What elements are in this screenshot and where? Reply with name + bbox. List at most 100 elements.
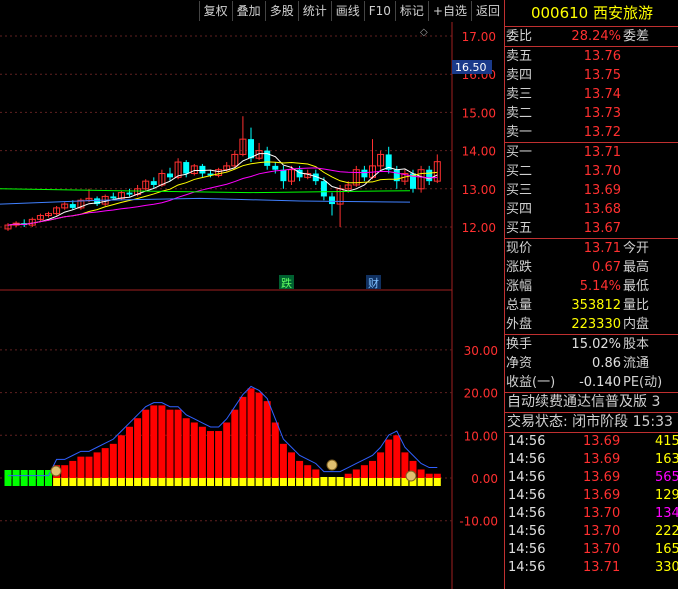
indicator-bar-red (85, 456, 93, 478)
stats-row: 总量 353812 量比 (505, 296, 678, 315)
tick-row: 14:56 13.69 163 (505, 451, 678, 469)
indicator-bar-yellow (377, 477, 385, 486)
tick-price: 13.70 (583, 506, 621, 521)
row-label2: 最高 (623, 260, 650, 275)
bids-row: 买二 13.70 (505, 162, 678, 181)
row-value: 13.68 (583, 202, 621, 217)
row-label: 买一 (506, 145, 533, 160)
toolbar-button-0[interactable]: 复权 (198, 1, 232, 21)
row-value: 13.73 (583, 106, 621, 121)
stats-row: 现价 13.71 今开 (505, 239, 678, 258)
indicator-bar-red (312, 469, 320, 478)
tick-volume: 163 (655, 452, 678, 467)
toolbar-button-3[interactable]: 统计 (297, 1, 331, 21)
toolbar-button-7[interactable]: +自选 (427, 1, 471, 21)
money-bag-icon (50, 465, 62, 477)
row-value: 353812 (571, 298, 621, 313)
candle-body-down (361, 169, 368, 178)
toolbar-button-2[interactable]: 多股 (264, 1, 298, 21)
indicator-bar-yellow (215, 477, 223, 486)
indicator-bar-yellow (69, 477, 77, 486)
indicator-bar-yellow (344, 477, 352, 486)
tick-price: 13.69 (583, 488, 621, 503)
indicator-bar-yellow (126, 477, 133, 486)
marker-cai: 财 (368, 276, 379, 290)
asks-row: 卖二 13.73 (505, 104, 678, 123)
stock-title: 000610 西安旅游 (505, 0, 678, 27)
toolbar: 复权 叠加 多股 统计 画线 F10 标记 +自选 返回 (0, 0, 504, 22)
row-value: 0.86 (592, 356, 621, 371)
tick-volume: 565 (655, 470, 678, 485)
indicator-bar-yellow (433, 477, 441, 486)
indicator-bar-yellow (207, 477, 214, 486)
indicator-tick-label: -10.00 (459, 515, 498, 529)
indicator-bar-yellow (352, 477, 360, 486)
weicha-label: 委差 (623, 29, 650, 44)
indicator-bar-yellow (101, 477, 109, 486)
row-label2: 股本 (623, 337, 650, 352)
indicator-tick-label: 10.00 (464, 429, 498, 443)
indicator-bar-yellow (263, 477, 271, 486)
indicator-bar-yellow (142, 477, 150, 486)
chart-area[interactable]: 17.00 16.00 15.00 14.00 13.00 12.00 16.50 ◇ 跌财 30… (0, 22, 504, 589)
indicator-bar-yellow (271, 477, 279, 486)
indicator-bar-yellow (312, 477, 320, 486)
stats2-row: 净资 0.86 流通 (505, 354, 678, 373)
indicator-bar-yellow (174, 477, 182, 486)
tick-volume: 1341 (655, 506, 678, 521)
row-label: 卖三 (506, 87, 533, 102)
indicator-bar-yellow (85, 477, 93, 486)
indicator-bar-yellow (288, 477, 295, 486)
tick-row: 14:56 13.70 222 (505, 523, 678, 541)
indicator-bar-red (101, 448, 109, 478)
indicator-bar-red (417, 469, 425, 478)
candle-body-down (264, 150, 271, 166)
row-label: 总量 (506, 298, 533, 313)
toolbar-button-1[interactable]: 叠加 (231, 1, 265, 21)
tick-volume: 222 (655, 524, 678, 539)
indicator-bar-yellow (182, 477, 190, 486)
indicator-bar-yellow (304, 477, 312, 486)
stats2-row: 收益(一) -0.140 PE(动) (505, 373, 678, 392)
tick-time: 14:56 (508, 434, 546, 449)
price-tick-label: 17.00 (462, 30, 496, 44)
indicator-bar-yellow (231, 477, 239, 486)
indicator-bar-red (198, 426, 206, 478)
indicator-bar-green (20, 470, 28, 486)
indicator-bar-red (263, 401, 271, 478)
indicator-bar-red (377, 452, 385, 478)
tick-row: 14:56 13.70 1341 (505, 505, 678, 523)
row-label: 卖二 (506, 106, 533, 121)
tick-price: 13.70 (583, 524, 621, 539)
toolbar-button-5[interactable]: F10 (363, 1, 395, 21)
toolbar-button-8[interactable]: 返回 (470, 1, 504, 21)
toolbar-button-4[interactable]: 画线 (330, 1, 364, 21)
weibi-label: 委比 (506, 29, 533, 44)
indicator-bar-yellow (296, 477, 304, 486)
marker-die: 跌 (281, 276, 292, 290)
row-label: 现价 (506, 241, 533, 256)
kline-chart[interactable]: 17.0016.0015.0014.0013.0012.0016.50◇跌 财30… (0, 22, 504, 589)
row-label: 卖五 (506, 49, 533, 64)
indicator-bar-red (239, 396, 247, 478)
indicator-bar-red (126, 426, 133, 478)
tick-volume: 415 (655, 434, 678, 449)
indicator-bar-yellow (166, 477, 174, 486)
row-label2: 流通 (623, 356, 650, 371)
indicator-bar-green (4, 470, 12, 486)
indicator-bar-red (109, 443, 117, 478)
ad-banner[interactable]: 自动续费通达信普及版 3 (505, 392, 678, 412)
toolbar-button-6[interactable]: 标记 (394, 1, 428, 21)
tick-row: 14:56 13.69 565 (505, 469, 678, 487)
bids-row: 买四 13.68 (505, 200, 678, 219)
tick-volume: 330 (655, 560, 678, 575)
row-value: 13.71 (583, 241, 621, 256)
money-bag-icon (405, 470, 417, 482)
row-label2: 最低 (623, 279, 650, 294)
current-price-tag: 16.50 (455, 61, 487, 74)
indicator-tick-label: 30.00 (464, 344, 498, 358)
row-value: 5.14% (579, 279, 621, 294)
indicator-bar-yellow (190, 477, 198, 486)
indicator-bar-red (304, 465, 312, 478)
row-value: 13.70 (583, 164, 621, 179)
